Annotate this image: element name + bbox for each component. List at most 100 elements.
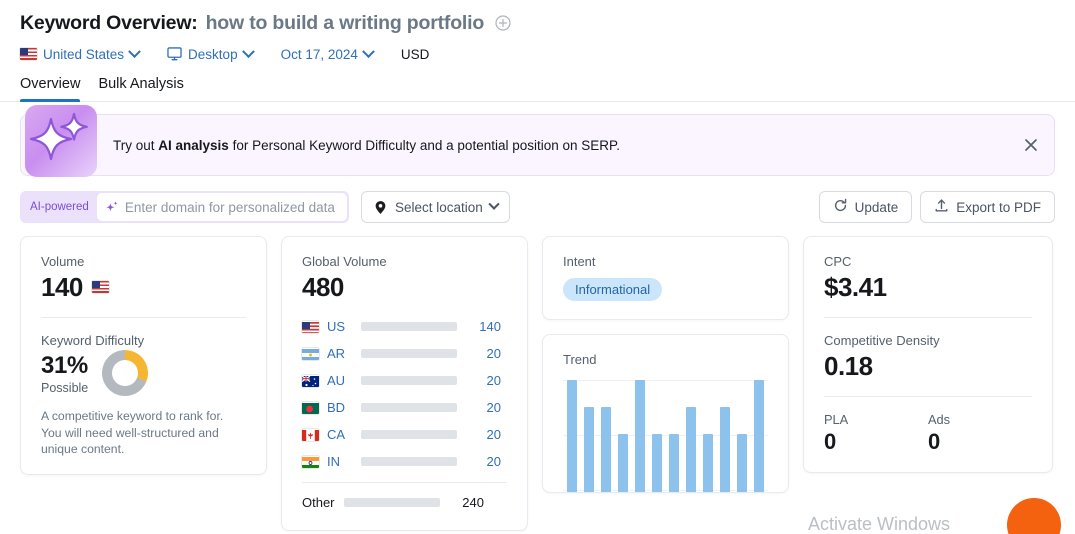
toolbar: AI-powered Enter domain for personalized… [0, 176, 1075, 226]
map-pin-icon [373, 200, 388, 215]
in-flag-icon [302, 456, 319, 468]
us-flag-icon [302, 321, 319, 333]
global-volume-label: Global Volume [302, 254, 387, 269]
trend-bar-slot [717, 380, 734, 492]
country-code[interactable]: AU [327, 373, 361, 388]
upload-icon [934, 198, 949, 216]
trend-bars [563, 380, 768, 492]
location-label: Select location [394, 199, 483, 215]
country-code[interactable]: IN [327, 454, 361, 469]
keyword-difficulty-value: 31% [41, 351, 88, 379]
location-selector[interactable]: Select location [360, 191, 510, 223]
database-selector[interactable]: United States [20, 44, 141, 62]
volume-value-row: 140 [41, 271, 246, 303]
trend-bar[interactable] [566, 380, 577, 492]
country-volume-value[interactable]: 20 [467, 373, 501, 388]
country-volume-value: 240 [462, 495, 484, 510]
tab-bar: Overview Bulk Analysis [0, 68, 1075, 102]
chevron-down-icon [362, 44, 375, 58]
country-volume-bar [361, 457, 457, 466]
trend-bar[interactable] [686, 406, 697, 492]
keyword-difficulty-description: A competitive keyword to rank for. You w… [41, 409, 224, 456]
cpc-section: CPC $3.41 [804, 237, 1052, 317]
tab-bulk-analysis[interactable]: Bulk Analysis [98, 76, 183, 101]
intent-section: Intent Informational [543, 237, 788, 319]
pla-metric: PLA 0 [824, 412, 928, 456]
country-volume-value[interactable]: 140 [467, 319, 501, 334]
ai-banner-text-bold: AI analysis [158, 137, 229, 153]
tab-overview[interactable]: Overview [20, 76, 81, 102]
intent-badge[interactable]: Informational [563, 278, 663, 301]
update-button[interactable]: Update [818, 191, 913, 223]
trend-bar-slot [648, 380, 665, 492]
trend-bar-slot [563, 380, 580, 492]
database-label: United States [43, 46, 125, 62]
monitor-icon [167, 47, 182, 61]
country-volume-value[interactable]: 20 [467, 427, 501, 442]
device-selector[interactable]: Desktop [167, 44, 255, 62]
country-code[interactable]: CA [327, 427, 361, 442]
ai-banner-wrap: Try out AI analysis for Personal Keyword… [0, 102, 1075, 177]
country-volume-row: IN 20 [302, 448, 507, 475]
volume-section: Volume 140 [21, 237, 266, 317]
volume-card: Volume 140 Keyword Difficulty 31% Possib… [20, 236, 267, 475]
ai-powered-badge: AI-powered [30, 201, 89, 213]
page-title-prefix: Keyword Overview: [20, 11, 198, 34]
global-volume-value: 480 [302, 272, 344, 302]
country-volume-row: BD 20 [302, 394, 507, 421]
country-volume-value[interactable]: 20 [467, 454, 501, 469]
trend-label: Trend [563, 352, 597, 367]
competitive-density-section: Competitive Density 0.18 [804, 318, 1052, 396]
country-volume-bar [361, 376, 457, 385]
trend-bar-slot [597, 380, 614, 492]
page-title: Keyword Overview: how to build a writing… [20, 8, 1055, 38]
refresh-icon [833, 198, 848, 216]
country-code: Other [302, 495, 335, 510]
trend-bar[interactable] [600, 406, 611, 492]
competitive-density-value: 0.18 [824, 351, 873, 381]
country-code[interactable]: US [327, 319, 361, 334]
country-volume-list: US 140 AR 20 AU 20 BD 20 CA 20 IN 20 Other 240 [302, 313, 507, 516]
date-selector[interactable]: Oct 17, 2024 [281, 44, 375, 62]
country-volume-value[interactable]: 20 [467, 400, 501, 415]
trend-bar[interactable] [720, 406, 731, 492]
ar-flag-icon [302, 348, 319, 360]
trend-bar[interactable] [617, 433, 628, 492]
pla-ads-section: PLA 0 Ads 0 [804, 397, 1052, 472]
intent-trend-column: Intent Informational Trend [542, 236, 789, 493]
au-flag-icon [302, 375, 319, 387]
trend-bar[interactable] [651, 433, 662, 492]
keyword-difficulty-row: 31% Possible [41, 350, 246, 396]
export-to-pdf-button[interactable]: Export to PDF [920, 191, 1055, 223]
trend-bar[interactable] [737, 433, 748, 492]
pla-value: 0 [824, 429, 837, 454]
country-volume-row: AR 20 [302, 340, 507, 367]
country-volume-value[interactable]: 20 [467, 346, 501, 361]
ads-value: 0 [928, 429, 941, 454]
ai-banner-text: Try out AI analysis for Personal Keyword… [113, 138, 620, 153]
trend-bar[interactable] [634, 380, 645, 492]
page-header: Keyword Overview: how to build a writing… [0, 0, 1075, 68]
country-code[interactable]: AR [327, 346, 361, 361]
header-meta-row: United States Desktop Oct 17, 2024 USD [20, 40, 1055, 68]
close-icon[interactable] [1022, 136, 1040, 154]
trend-bar[interactable] [703, 433, 714, 492]
trend-bar-slot [734, 380, 751, 492]
trend-bar[interactable] [754, 380, 765, 492]
trend-bar-slot [580, 380, 597, 492]
divider [302, 482, 507, 483]
domain-input-wrap[interactable]: Enter domain for personalized data [96, 193, 347, 221]
keyword-difficulty-donut [102, 350, 149, 396]
volume-value: 140 [41, 272, 83, 302]
chevron-down-icon [488, 198, 500, 210]
country-code[interactable]: BD [327, 400, 361, 415]
toolbar-actions: Update Export to PDF [818, 191, 1055, 223]
plus-circle-icon[interactable] [495, 15, 511, 31]
country-volume-row: CA 20 [302, 421, 507, 448]
ai-banner-text-before: Try out [113, 137, 159, 153]
keyword-difficulty-status: Possible [41, 380, 89, 395]
trend-bar[interactable] [583, 406, 594, 492]
domain-input-placeholder: Enter domain for personalized data [124, 199, 335, 215]
trend-bar[interactable] [669, 433, 679, 492]
export-label: Export to PDF [956, 199, 1041, 215]
